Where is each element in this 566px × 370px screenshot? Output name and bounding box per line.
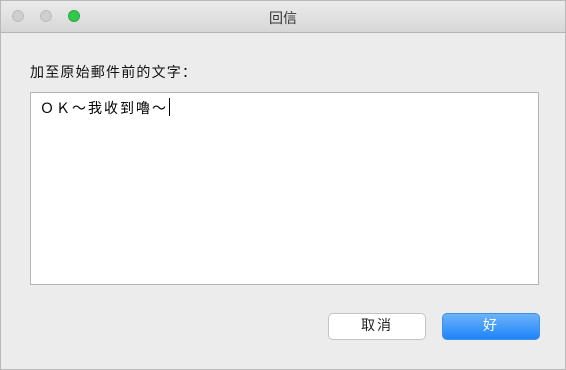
window-title: 回信 — [269, 11, 297, 27]
cancel-button[interactable]: 取消 — [328, 313, 426, 340]
reply-text-value: ＯＫ～我收到嚕～ — [40, 101, 168, 117]
title-bar: 回信 — [1, 1, 565, 33]
ok-button[interactable]: 好 — [442, 313, 540, 340]
prompt-label: 加至原始郵件前的文字： — [30, 65, 198, 81]
reply-text-area[interactable]: ＯＫ～我收到嚕～ — [30, 92, 539, 285]
text-caret — [169, 98, 170, 116]
reply-dialog: 回信 加至原始郵件前的文字： ＯＫ～我收到嚕～ 取消 好 — [0, 0, 566, 370]
